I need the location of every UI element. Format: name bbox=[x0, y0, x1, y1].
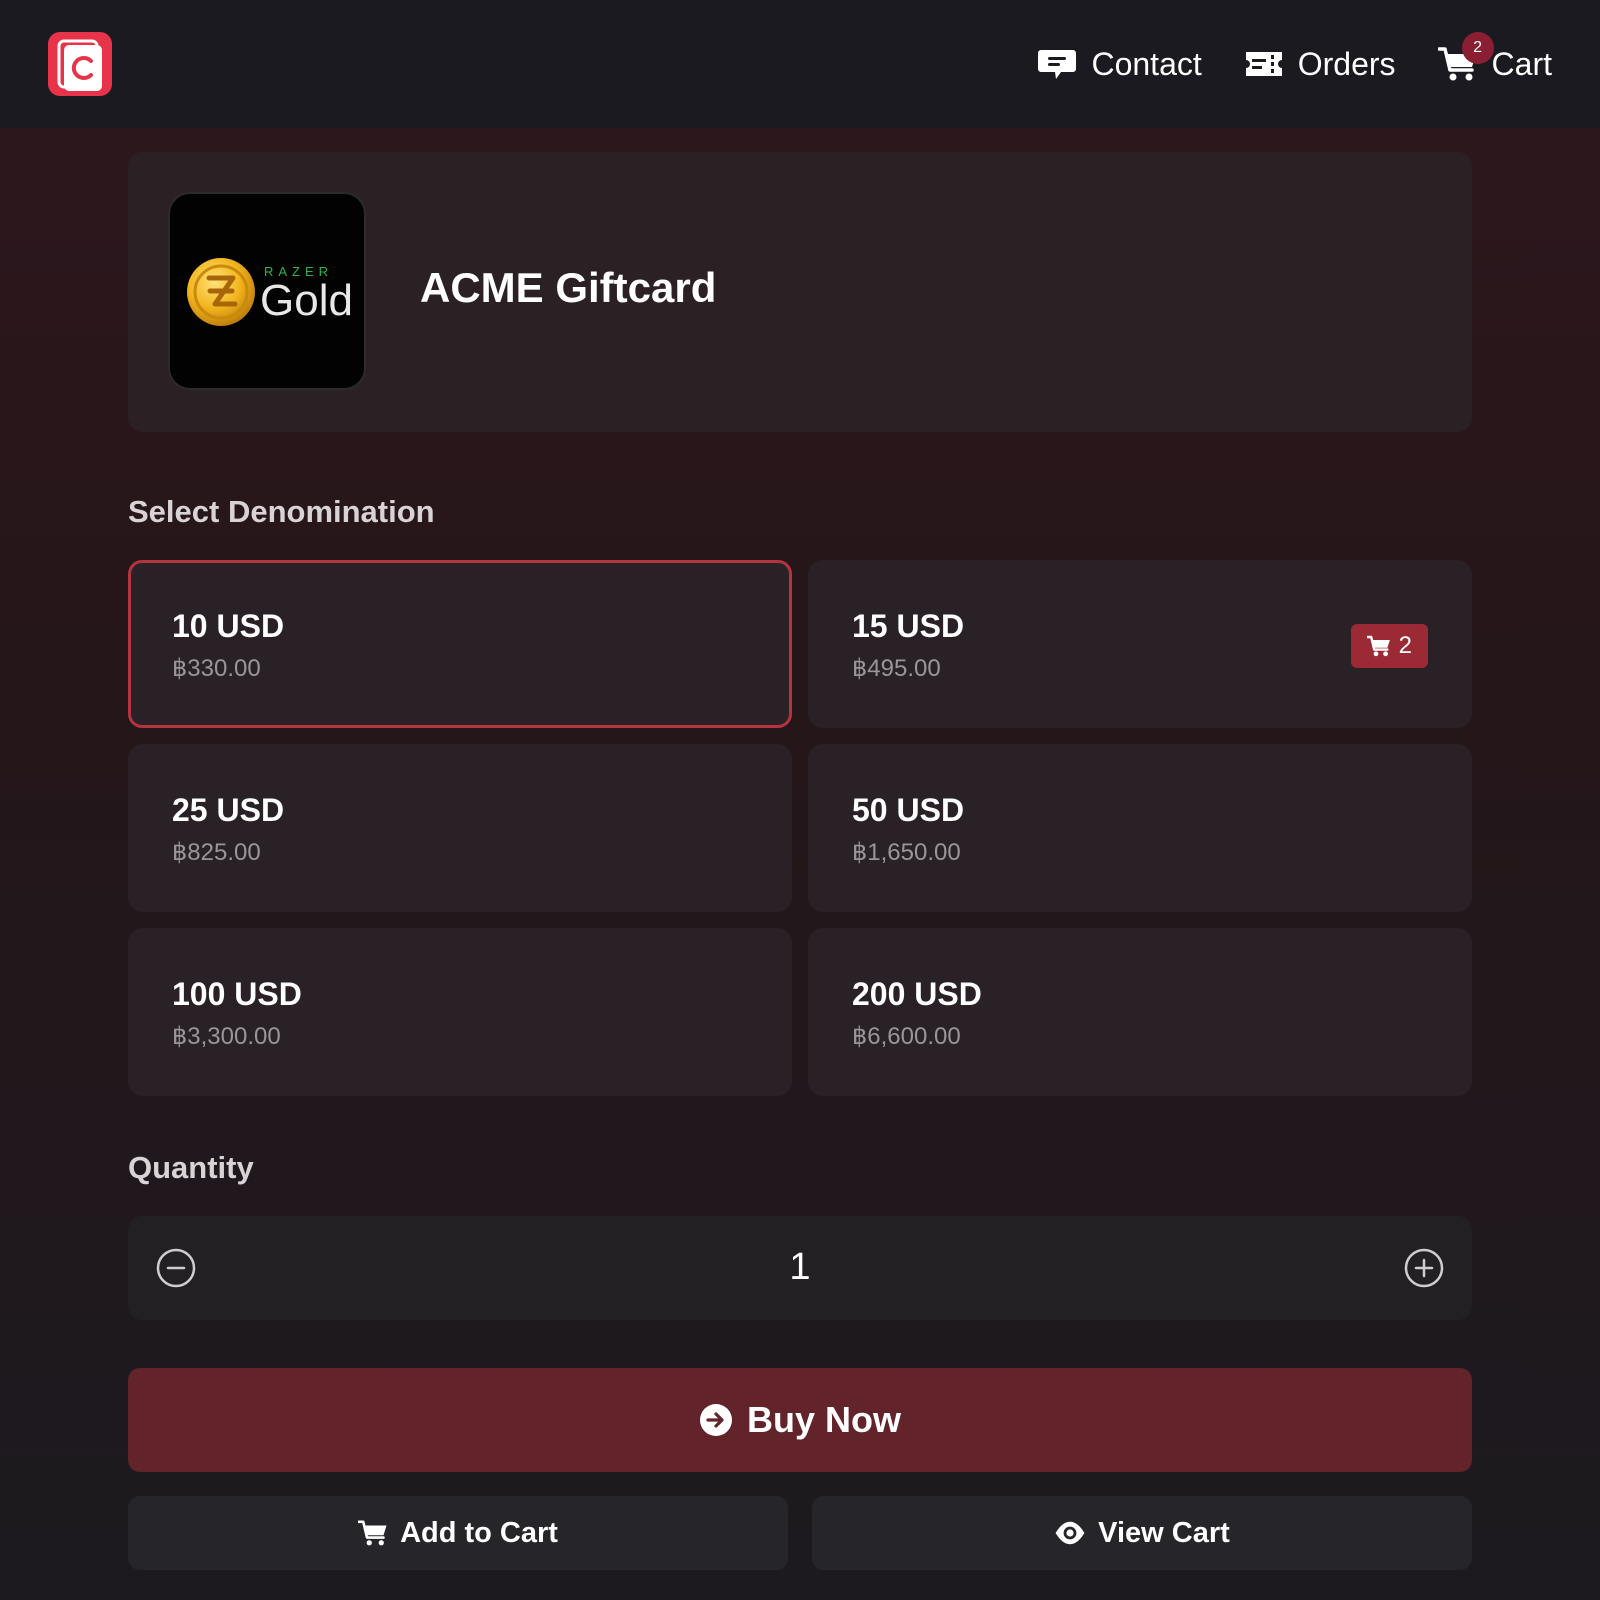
site-logo[interactable] bbox=[48, 32, 112, 96]
denomination-price: ฿330.00 bbox=[172, 655, 261, 682]
top-navbar: Contact Orders 2 Cart bbox=[0, 0, 1600, 128]
denomination-price: ฿1,650.00 bbox=[852, 839, 961, 866]
denomination-price: ฿495.00 bbox=[852, 655, 941, 682]
denomination-option-25-usd[interactable]: 25 USD ฿825.00 bbox=[128, 744, 792, 912]
denomination-price: ฿6,600.00 bbox=[852, 1023, 961, 1050]
nav-cart[interactable]: 2 Cart bbox=[1437, 32, 1552, 84]
nav-contact-label: Contact bbox=[1091, 45, 1202, 82]
denomination-option-50-usd[interactable]: 50 USD ฿1,650.00 bbox=[808, 744, 1472, 912]
denomination-option-200-usd[interactable]: 200 USD ฿6,600.00 bbox=[808, 928, 1472, 1096]
denomination-option-15-usd[interactable]: 15 USD ฿495.00 2 bbox=[808, 560, 1472, 728]
nav-orders[interactable]: Orders bbox=[1244, 44, 1396, 84]
denomination-amount: 15 USD bbox=[852, 608, 965, 644]
top-nav: Contact Orders 2 Cart bbox=[1037, 32, 1552, 88]
cart-icon bbox=[1366, 635, 1390, 657]
view-cart-button[interactable]: View Cart bbox=[812, 1496, 1472, 1570]
in-cart-badge: 2 bbox=[1350, 624, 1428, 668]
product-title: ACME Giftcard bbox=[420, 264, 717, 311]
denomination-price: ฿3,300.00 bbox=[172, 1023, 281, 1050]
cart-count-badge: 2 bbox=[1461, 32, 1494, 64]
nav-cart-label: Cart bbox=[1491, 45, 1552, 82]
nav-contact[interactable]: Contact bbox=[1037, 44, 1202, 84]
denomination-amount: 50 USD bbox=[852, 792, 965, 828]
arrow-right-circle-icon bbox=[699, 1404, 732, 1436]
denomination-amount: 25 USD bbox=[172, 792, 285, 828]
razer-gold-logo: RAZER Gold bbox=[187, 258, 353, 326]
quantity-stepper: 1 bbox=[128, 1216, 1472, 1320]
quantity-value[interactable]: 1 bbox=[128, 1246, 1472, 1289]
buy-now-button[interactable]: Buy Now bbox=[128, 1368, 1472, 1472]
product-image: RAZER Gold bbox=[168, 192, 366, 390]
cart-icon bbox=[358, 1520, 387, 1546]
denomination-option-100-usd[interactable]: 100 USD ฿3,300.00 bbox=[128, 928, 792, 1096]
buy-now-label: Buy Now bbox=[746, 1399, 901, 1440]
ticket-icon bbox=[1245, 52, 1282, 76]
denomination-option-10-usd[interactable]: 10 USD ฿330.00 bbox=[128, 560, 792, 728]
increment-icon[interactable] bbox=[1404, 1248, 1444, 1288]
quantity-heading: Quantity bbox=[128, 1150, 254, 1185]
product-card: RAZER Gold ACME Giftcard bbox=[128, 152, 1472, 432]
add-to-cart-button[interactable]: Add to Cart bbox=[128, 1496, 788, 1570]
add-to-cart-label: Add to Cart bbox=[400, 1516, 558, 1549]
chat-bubble-icon bbox=[1038, 50, 1077, 79]
nav-orders-label: Orders bbox=[1297, 45, 1396, 82]
denomination-heading: Select Denomination bbox=[128, 494, 435, 529]
denomination-price: ฿825.00 bbox=[172, 839, 261, 866]
in-cart-count: 2 bbox=[1398, 632, 1412, 659]
denomination-amount: 100 USD bbox=[172, 976, 302, 1012]
eye-icon bbox=[1055, 1521, 1085, 1545]
logo-cards-icon bbox=[57, 39, 102, 91]
denomination-amount: 200 USD bbox=[852, 976, 982, 1012]
denomination-amount: 10 USD bbox=[172, 608, 285, 644]
brand-main-text: Gold bbox=[260, 276, 353, 325]
view-cart-label: View Cart bbox=[1098, 1516, 1230, 1549]
